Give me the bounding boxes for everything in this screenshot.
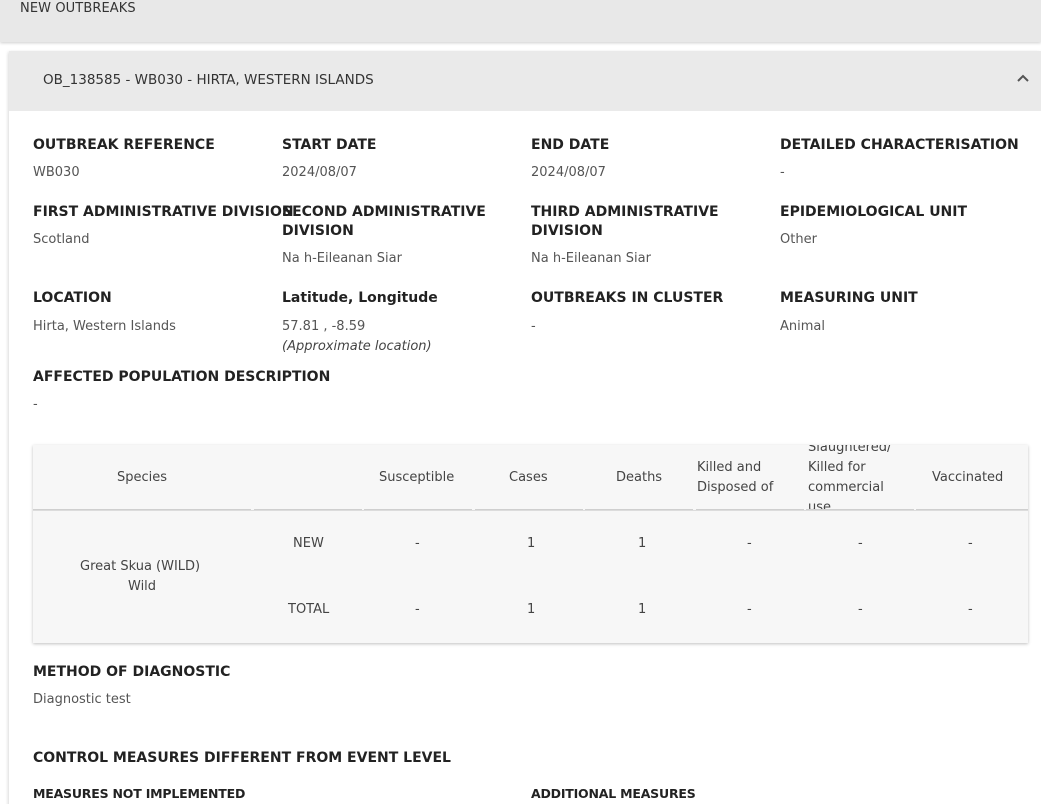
lat-long-note: (Approximate location) (282, 339, 432, 354)
outbreak-header-title: OB_138585 - WB030 - HIRTA, WESTERN ISLAN… (43, 72, 374, 88)
first-admin-division-value: Scotland (33, 232, 90, 247)
detailed-characterisation-label: DETAILED CHARACTERISATION (780, 137, 1019, 153)
col-header-slaughtered-line2: Killed for (808, 460, 866, 475)
row-total-vaccinated: - (968, 602, 973, 617)
lat-long-value: 57.81 , -8.59 (282, 319, 366, 334)
species-type: Wild (128, 579, 157, 594)
row-total-deaths: 1 (638, 602, 647, 617)
control-measures-label: CONTROL MEASURES DIFFERENT FROM EVENT LE… (33, 750, 451, 766)
detailed-characterisation-value: - (780, 165, 785, 180)
header-divider (33, 510, 1028, 511)
species-name: Great Skua (WILD) (80, 559, 201, 574)
third-admin-division-label-line1: THIRD ADMINISTRATIVE (531, 204, 719, 220)
row-new-killed: - (747, 536, 752, 551)
second-admin-division-value: Na h-Eileanan Siar (282, 251, 402, 266)
species-table: Species Susceptible Cases Deaths Killed … (33, 445, 1028, 643)
second-admin-division-label-line1: SECOND ADMINISTRATIVE (282, 204, 486, 220)
start-date-value: 2024/08/07 (282, 165, 357, 180)
col-header-vaccinated: Vaccinated (932, 470, 1004, 485)
measures-not-implemented-label: MEASURES NOT IMPLEMENTED (33, 786, 246, 801)
row-total-cases: 1 (527, 602, 536, 617)
method-of-diagnostic-label: METHOD OF DIAGNOSTIC (33, 664, 231, 680)
third-admin-division-label-line2: DIVISION (531, 223, 603, 239)
col-header-slaughtered-line3: commercial (808, 480, 884, 495)
location-label: LOCATION (33, 290, 112, 306)
col-header-deaths: Deaths (616, 470, 663, 485)
row-total-slaughtered: - (858, 602, 863, 617)
chevron-up-icon[interactable] (1013, 68, 1033, 88)
col-header-cases: Cases (509, 470, 548, 485)
new-outbreaks-bar: NEW OUTBREAKS (0, 0, 1041, 42)
additional-measures-label: ADDITIONAL MEASURES (531, 786, 696, 801)
first-admin-division-label: FIRST ADMINISTRATIVE DIVISION (33, 204, 294, 220)
outbreaks-in-cluster-label: OUTBREAKS IN CLUSTER (531, 290, 724, 306)
col-header-species: Species (117, 470, 168, 485)
lat-long-label: Latitude, Longitude (282, 290, 438, 306)
row-new-label: NEW (293, 536, 324, 551)
affected-population-label: AFFECTED POPULATION DESCRIPTION (33, 369, 331, 385)
col-header-susceptible: Susceptible (379, 470, 455, 485)
epidemiological-unit-value: Other (780, 232, 817, 247)
row-total-susceptible: - (415, 602, 420, 617)
outbreak-panel: OB_138585 - WB030 - HIRTA, WESTERN ISLAN… (9, 51, 1041, 804)
col-header-slaughtered-line4: use (808, 500, 832, 515)
second-admin-division-label-line2: DIVISION (282, 223, 354, 239)
outbreak-panel-header[interactable]: OB_138585 - WB030 - HIRTA, WESTERN ISLAN… (9, 51, 1041, 111)
row-new-susceptible: - (415, 536, 420, 551)
row-new-cases: 1 (527, 536, 536, 551)
col-header-killed-line1: Killed and (697, 460, 762, 475)
outbreak-reference-label: OUTBREAK REFERENCE (33, 137, 215, 153)
location-value: Hirta, Western Islands (33, 319, 176, 334)
affected-population-value: - (33, 397, 38, 412)
row-total-killed: - (747, 602, 752, 617)
third-admin-division-value: Na h-Eileanan Siar (531, 251, 651, 266)
end-date-value: 2024/08/07 (531, 165, 606, 180)
section-title: NEW OUTBREAKS (20, 1, 136, 16)
method-of-diagnostic-value: Diagnostic test (33, 692, 131, 707)
col-header-killed-line2: Disposed of (697, 480, 774, 495)
measuring-unit-value: Animal (780, 319, 825, 334)
measuring-unit-label: MEASURING UNIT (780, 290, 918, 306)
row-new-vaccinated: - (968, 536, 973, 551)
end-date-label: END DATE (531, 137, 610, 153)
outbreaks-in-cluster-value: - (531, 319, 536, 334)
epidemiological-unit-label: EPIDEMIOLOGICAL UNIT (780, 204, 968, 220)
col-header-slaughtered-line1: Slaughtered/ (808, 445, 892, 455)
outbreak-reference-value: WB030 (33, 165, 80, 180)
start-date-label: START DATE (282, 137, 377, 153)
row-total-label: TOTAL (288, 602, 330, 617)
row-new-deaths: 1 (638, 536, 647, 551)
row-new-slaughtered: - (858, 536, 863, 551)
